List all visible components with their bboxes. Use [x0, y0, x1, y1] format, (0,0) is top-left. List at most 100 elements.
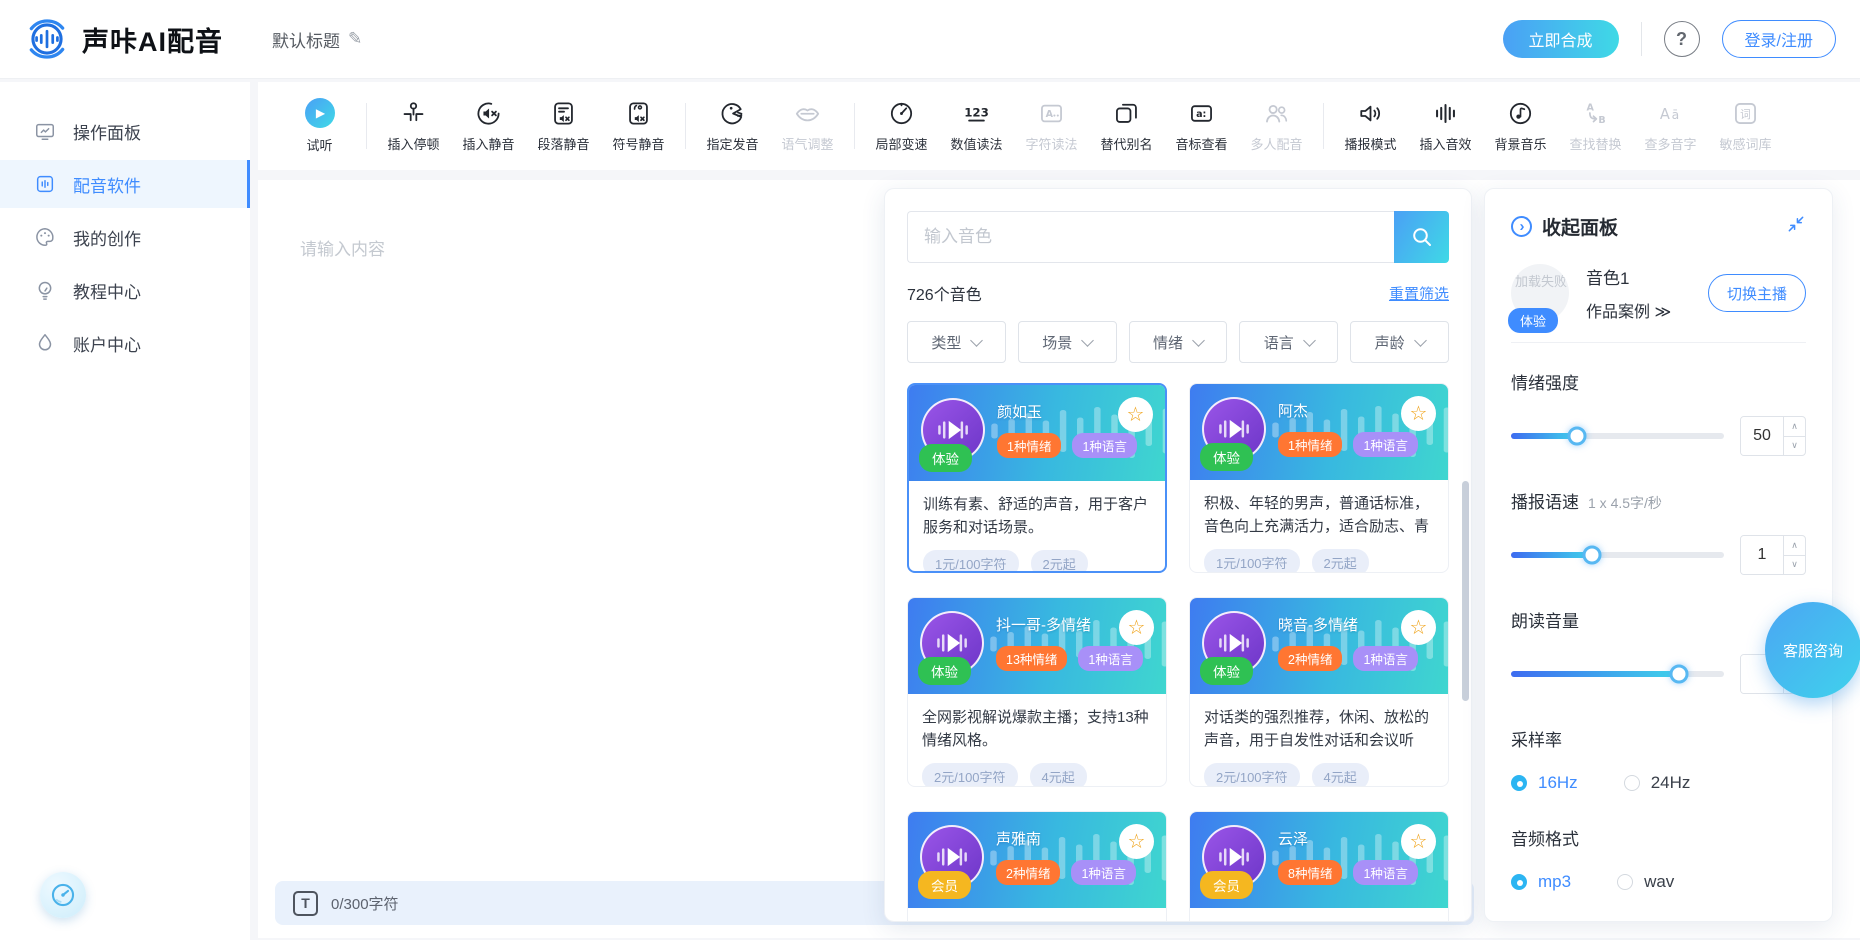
panel-title: 收起面板 — [1542, 213, 1618, 240]
toolbar-label: 符号静音 — [612, 134, 664, 153]
edit-pencil-icon[interactable]: ✎ — [348, 29, 362, 49]
toolbar-label: 插入音效 — [1419, 134, 1471, 153]
favorite-button[interactable]: ☆ — [1119, 824, 1154, 859]
chevron-down-icon — [1192, 334, 1205, 347]
audio-format-wav-radio[interactable]: wav — [1617, 872, 1674, 892]
toolbar-phonetic-view[interactable]: 音标查看 — [1164, 100, 1239, 153]
sample-rate-16hz-radio[interactable]: 16Hz — [1511, 773, 1578, 793]
chevron-down-icon — [1303, 334, 1316, 347]
favorite-button[interactable]: ☆ — [1119, 610, 1154, 645]
voice-card[interactable]: 云泽 8种情绪 1种语言 会员 ☆ — [1189, 811, 1449, 922]
favorite-button[interactable]: ☆ — [1401, 396, 1436, 431]
sidebar-item-tutorials[interactable]: 教程中心 — [0, 266, 250, 314]
toolbar-number-reading[interactable]: 数值读法 — [939, 100, 1014, 153]
radio-dot-icon — [1624, 775, 1640, 791]
radio-dot-icon — [1617, 874, 1633, 890]
voice-search-input[interactable] — [907, 211, 1394, 263]
speech-rate-value[interactable] — [1741, 536, 1783, 574]
quick-tour-button[interactable] — [40, 872, 86, 918]
toolbar-insert-silence[interactable]: 插入静音 — [451, 100, 526, 153]
favorite-button[interactable]: ☆ — [1118, 397, 1153, 432]
filter-emotion-dropdown[interactable]: 情绪 — [1129, 321, 1228, 363]
decrement-button[interactable]: ∨ — [1784, 437, 1805, 456]
pronounce-face-icon — [719, 100, 746, 127]
reset-filters-link[interactable]: 重置筛选 — [1389, 283, 1449, 304]
voice-card[interactable]: 抖一哥-多情绪 13种情绪 1种语言 体验 ☆ 全网影视解说爆款主播；支持13种… — [907, 597, 1167, 787]
filter-scene-dropdown[interactable]: 场景 — [1018, 321, 1117, 363]
voice-card[interactable]: 晓音-多情绪 2种情绪 1种语言 体验 ☆ 对话类的强烈推荐，休闲、放松的声音，… — [1189, 597, 1449, 787]
emotion-strength-value[interactable] — [1741, 417, 1783, 455]
toolbar-symbol-silence[interactable]: 符号静音 — [601, 100, 676, 153]
volume-slider[interactable] — [1511, 671, 1724, 677]
star-icon: ☆ — [1127, 405, 1145, 425]
slider-thumb[interactable] — [1670, 665, 1689, 684]
toolbar-preview[interactable]: ▶ 试听 — [282, 98, 357, 154]
sound-bars-icon — [1432, 100, 1459, 127]
price-min-tag: 2元起 — [1031, 550, 1088, 573]
sidebar-item-label: 操作面板 — [73, 119, 141, 144]
toolbar-character-reading[interactable]: 字符读法 — [1014, 100, 1089, 153]
emotion-strength-slider[interactable] — [1511, 433, 1724, 439]
price-min-tag: 2元起 — [1312, 549, 1369, 573]
text-format-icon[interactable]: T — [293, 891, 318, 916]
dubbing-panel-icon — [34, 173, 56, 195]
speaker-icon — [1357, 100, 1384, 127]
toolbar-insert-pause[interactable]: 插入停顿 — [376, 100, 451, 153]
favorite-button[interactable]: ☆ — [1401, 824, 1436, 859]
voice-name: 抖一哥-多情绪 — [996, 614, 1091, 635]
radio-dot-icon — [1511, 874, 1527, 890]
toolbar-assign-pronunciation[interactable]: 指定发音 — [695, 100, 770, 153]
sample-works-link[interactable]: 作品案例 ≫ — [1586, 298, 1708, 322]
toolbar-alias-substitute[interactable]: 替代别名 — [1089, 100, 1164, 153]
tier-badge: 体验 — [919, 444, 972, 472]
switch-voice-button[interactable]: 切换主播 — [1708, 274, 1806, 312]
sidebar-item-dashboard[interactable]: 操作面板 — [0, 107, 250, 155]
voice-card[interactable]: 阿杰 1种情绪 1种语言 体验 ☆ 积极、年轻的男声，普通话标准，音色向上充满活… — [1189, 383, 1449, 573]
filter-type-dropdown[interactable]: 类型 — [907, 321, 1006, 363]
toolbar-background-music[interactable]: 背景音乐 — [1483, 100, 1558, 153]
slider-thumb[interactable] — [1582, 546, 1601, 565]
radio-label: mp3 — [1538, 872, 1571, 892]
slider-thumb[interactable] — [1568, 427, 1587, 446]
voice-result-count: 726个音色 — [907, 281, 982, 305]
sample-rate-24hz-radio[interactable]: 24Hz — [1624, 773, 1691, 793]
filter-language-dropdown[interactable]: 语言 — [1239, 321, 1338, 363]
search-button[interactable] — [1394, 211, 1449, 263]
sidebar-item-account[interactable]: 账户中心 — [0, 319, 250, 367]
increment-button[interactable]: ∧ — [1784, 536, 1805, 556]
panel-scrollbar-thumb[interactable] — [1462, 481, 1469, 701]
audio-format-mp3-radio[interactable]: mp3 — [1511, 872, 1571, 892]
language-count-badge: 1种语言 — [1078, 646, 1142, 671]
toolbar-paragraph-silence[interactable]: 段落静音 — [526, 100, 601, 153]
speech-rate-slider[interactable] — [1511, 552, 1724, 558]
collapse-panel-toggle[interactable]: › 收起面板 — [1511, 213, 1618, 240]
toolbar-sensitive-words[interactable]: 敏感词库 — [1708, 100, 1783, 153]
drop-icon — [34, 332, 56, 354]
tier-badge: 体验 — [1508, 308, 1558, 333]
toolbar-label: 播报模式 — [1344, 134, 1396, 153]
login-register-button[interactable]: 登录/注册 — [1722, 20, 1836, 58]
toolbar-multi-voice[interactable]: 多人配音 — [1239, 100, 1314, 153]
characters-icon — [1038, 100, 1065, 127]
favorite-button[interactable]: ☆ — [1401, 610, 1436, 645]
synthesize-button[interactable]: 立即合成 — [1503, 20, 1619, 58]
toolbar-find-replace[interactable]: 查找替换 — [1558, 100, 1633, 153]
sidebar-item-dubbing[interactable]: 配音软件 — [0, 160, 250, 208]
voice-card[interactable]: 声雅南 2种情绪 1种语言 会员 ☆ — [907, 811, 1167, 922]
increment-button[interactable]: ∧ — [1784, 417, 1805, 437]
decrement-button[interactable]: ∨ — [1784, 556, 1805, 575]
customer-support-button[interactable]: 客服咨询 — [1765, 602, 1860, 698]
toolbar-insert-sfx[interactable]: 插入音效 — [1408, 100, 1483, 153]
voice-name: 颜如玉 — [997, 401, 1042, 422]
toolbar-local-speed[interactable]: 局部变速 — [864, 100, 939, 153]
help-button[interactable]: ? — [1664, 21, 1700, 57]
compress-panel-button[interactable] — [1786, 214, 1806, 239]
toolbar-broadcast-mode[interactable]: 播报模式 — [1333, 100, 1408, 153]
toolbar-tone-adjust[interactable]: 语气调整 — [770, 100, 845, 153]
language-count-badge: 1种语言 — [1072, 433, 1136, 458]
toolbar-polyphone-check[interactable]: 查多音字 — [1633, 100, 1708, 153]
filter-voice-age-dropdown[interactable]: 声龄 — [1350, 321, 1449, 363]
sidebar-item-creations[interactable]: 我的创作 — [0, 213, 250, 261]
voice-card[interactable]: 颜如玉 1种情绪 1种语言 体验 ☆ 训练有素、舒适的声音，用于客户服务和对话场… — [907, 383, 1167, 573]
tier-badge: 体验 — [1200, 657, 1253, 685]
